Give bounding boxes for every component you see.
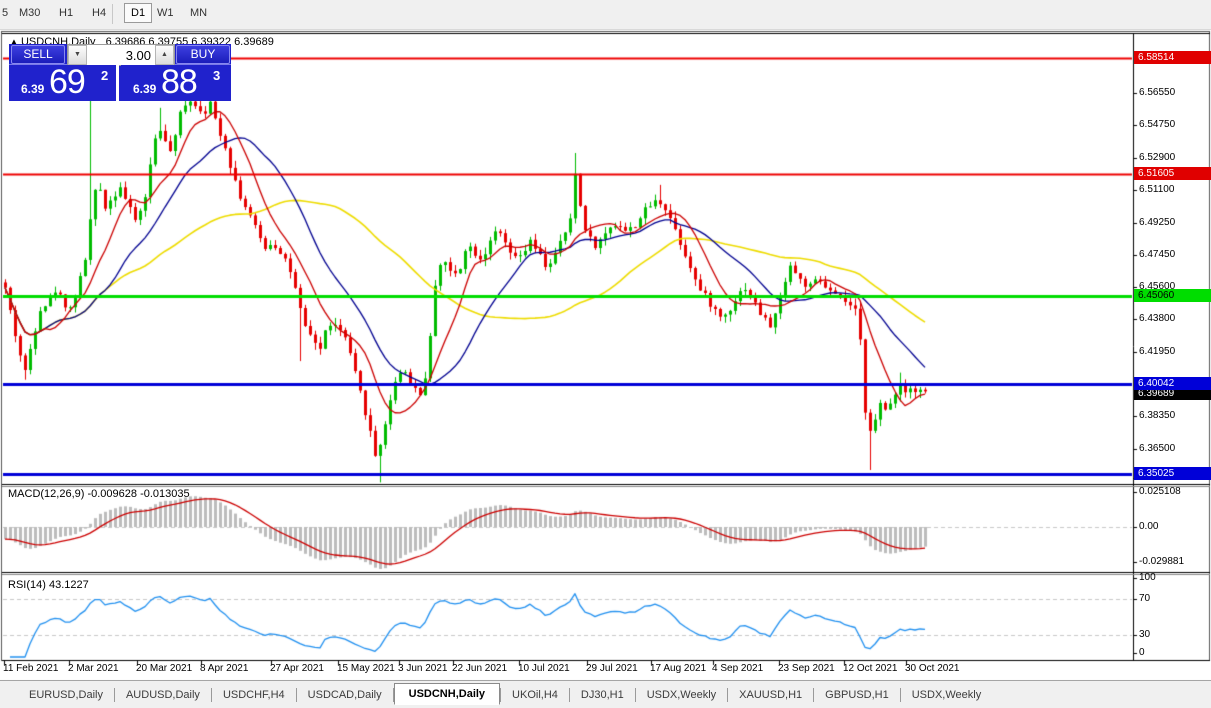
timeframe-button-5[interactable]: 5 bbox=[2, 7, 8, 19]
date-axis-label: 8 Apr 2021 bbox=[200, 663, 249, 674]
one-click-trading-panel: SELL ▼ ▲ BUY 6.39 69 2 6.39 88 3 bbox=[9, 44, 231, 101]
price-axis-tick: 6.51100 bbox=[1139, 184, 1175, 195]
price-axis-tick: 6.49250 bbox=[1139, 217, 1176, 228]
timeframe-button-w1[interactable]: W1 bbox=[157, 7, 174, 19]
volume-increase-button[interactable]: ▲ bbox=[155, 45, 174, 65]
price-axis-tick: 6.43800 bbox=[1139, 313, 1176, 324]
price-axis-tick: 6.56550 bbox=[1139, 87, 1176, 98]
buy-price-display[interactable]: 6.39 88 3 bbox=[121, 63, 231, 101]
date-axis-label: 27 Apr 2021 bbox=[270, 663, 324, 674]
date-axis-label: 3 Jun 2021 bbox=[398, 663, 448, 674]
timeframe-button-mn[interactable]: MN bbox=[190, 7, 207, 19]
toolbar-separator bbox=[112, 4, 113, 24]
rsi-indicator-label: RSI(14) 43.1227 bbox=[8, 579, 89, 591]
date-axis-label: 29 Jul 2021 bbox=[586, 663, 638, 674]
tab-usdcnh-daily[interactable]: USDCNH,Daily bbox=[393, 682, 501, 705]
date-axis-label: 15 May 2021 bbox=[337, 663, 395, 674]
tab-dj30-h1[interactable]: DJ30,H1 bbox=[570, 684, 635, 706]
chart-tab-bar: EURUSD,Daily AUDUSD,Daily USDCHF,H4 USDCAD,… bbox=[0, 680, 1211, 708]
date-axis-label: 20 Mar 2021 bbox=[136, 663, 193, 674]
tab-usdx-weekly[interactable]: USDX,Weekly bbox=[901, 684, 992, 706]
date-axis-label: 4 Sep 2021 bbox=[712, 663, 764, 674]
date-axis-label: 2 Mar 2021 bbox=[68, 663, 119, 674]
tab-usdcad-daily[interactable]: USDCAD,Daily bbox=[297, 684, 393, 706]
trade-panel-top-row: SELL ▼ ▲ BUY bbox=[9, 44, 231, 66]
price-axis-tick: 6.41950 bbox=[1139, 346, 1176, 357]
sell-button[interactable]: SELL bbox=[11, 45, 65, 64]
price-axis-tick: 6.36500 bbox=[1139, 443, 1176, 454]
price-axis-tick: 6.47450 bbox=[1139, 249, 1176, 260]
macd-axis-tick: 0.00 bbox=[1139, 521, 1159, 532]
price-badge-6.58514: 6.58514 bbox=[1134, 51, 1211, 64]
price-axis-tick: 6.38350 bbox=[1139, 410, 1176, 421]
price-badge-6.35025: 6.35025 bbox=[1134, 467, 1211, 480]
rsi-axis-tick: 0 bbox=[1139, 647, 1145, 658]
date-axis-label: 30 Oct 2021 bbox=[905, 663, 960, 674]
date-axis-label: 17 Aug 2021 bbox=[650, 663, 707, 674]
sell-price-fraction: 2 bbox=[101, 68, 109, 83]
buy-price-base: 6.39 bbox=[133, 82, 157, 96]
volume-decrease-button[interactable]: ▼ bbox=[68, 45, 87, 65]
tab-xauusd-h1[interactable]: XAUUSD,H1 bbox=[728, 684, 813, 706]
volume-input[interactable] bbox=[87, 45, 155, 65]
timeframe-button-m30[interactable]: M30 bbox=[19, 7, 40, 19]
buy-price-pips: 88 bbox=[161, 63, 198, 101]
timeframe-button-h4[interactable]: H4 bbox=[92, 7, 106, 19]
rsi-axis-tick: 100 bbox=[1139, 572, 1156, 583]
date-axis-label: 11 Feb 2021 bbox=[3, 663, 59, 674]
macd-axis-tick: 0.025108 bbox=[1139, 486, 1181, 497]
tab-ukoil-h4[interactable]: UKOil,H4 bbox=[501, 684, 569, 706]
timeframe-toolbar: 5 M30 H1 H4 D1 W1 MN bbox=[0, 0, 1211, 30]
timeframe-button-d1[interactable]: D1 bbox=[124, 3, 153, 23]
price-badge-6.40042: 6.40042 bbox=[1134, 377, 1211, 390]
buy-button[interactable]: BUY bbox=[176, 45, 230, 64]
buy-price-fraction: 3 bbox=[213, 68, 221, 83]
date-axis-label: 12 Oct 2021 bbox=[843, 663, 898, 674]
chart-canvas[interactable] bbox=[0, 0, 1211, 708]
macd-axis-tick: -0.029881 bbox=[1139, 556, 1185, 567]
tab-eurusd-daily[interactable]: EURUSD,Daily bbox=[18, 684, 114, 706]
rsi-axis-tick: 30 bbox=[1139, 629, 1151, 640]
tab-usdchf-h4[interactable]: USDCHF,H4 bbox=[212, 684, 296, 706]
sell-price-pips: 69 bbox=[49, 63, 86, 101]
macd-indicator-label: MACD(12,26,9) -0.009628 -0.013035 bbox=[8, 488, 190, 500]
sell-price-display[interactable]: 6.39 69 2 bbox=[9, 63, 119, 101]
price-axis-tick: 6.54750 bbox=[1139, 119, 1176, 130]
price-axis-tick: 6.52900 bbox=[1139, 152, 1176, 163]
price-badge-6.51605: 6.51605 bbox=[1134, 167, 1211, 180]
tab-gbpusd-h1[interactable]: GBPUSD,H1 bbox=[814, 684, 900, 706]
date-axis-label: 22 Jun 2021 bbox=[452, 663, 508, 674]
timeframe-button-h1[interactable]: H1 bbox=[59, 7, 73, 19]
sell-price-base: 6.39 bbox=[21, 82, 45, 96]
rsi-axis-tick: 70 bbox=[1139, 593, 1151, 604]
date-axis-label: 23 Sep 2021 bbox=[778, 663, 835, 674]
tab-usdx-weekly[interactable]: USDX,Weekly bbox=[636, 684, 727, 706]
price-badge-6.45060: 6.45060 bbox=[1134, 289, 1211, 302]
date-axis-label: 10 Jul 2021 bbox=[518, 663, 570, 674]
tab-audusd-daily[interactable]: AUDUSD,Daily bbox=[115, 684, 211, 706]
